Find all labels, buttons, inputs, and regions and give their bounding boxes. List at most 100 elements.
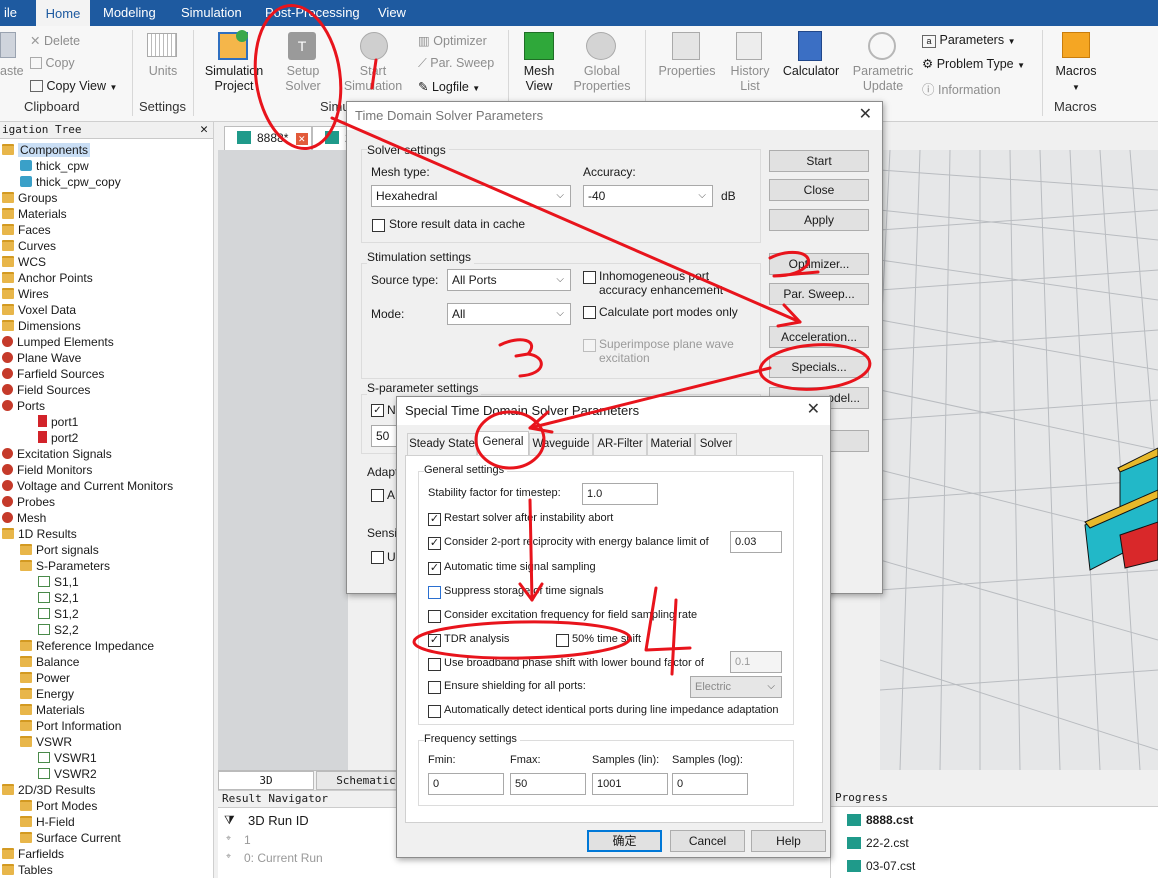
copy-button[interactable]: Copy xyxy=(30,56,75,70)
tree-item[interactable]: Balance xyxy=(20,654,79,670)
tree-item[interactable]: VSWR2 xyxy=(38,766,97,782)
reciprocity-checkbox[interactable]: ✓ xyxy=(428,537,441,550)
close-icon[interactable]: ✕ xyxy=(295,133,308,145)
tree-item[interactable]: Plane Wave xyxy=(2,350,81,366)
tree-item[interactable]: Power xyxy=(20,670,70,686)
tree-item[interactable]: Dimensions xyxy=(2,318,81,334)
tree-item[interactable]: thick_cpw xyxy=(20,158,89,174)
par-sweep-button[interactable]: Par. Sweep... xyxy=(769,283,869,305)
progress-file[interactable]: 03-07.cst xyxy=(847,857,915,875)
ok-button[interactable]: 确定 xyxy=(587,830,662,852)
tree-item[interactable]: Curves xyxy=(2,238,56,254)
run-row[interactable]: 1 xyxy=(244,833,251,847)
store-cache-checkbox[interactable] xyxy=(372,219,385,232)
tree-item[interactable]: Energy xyxy=(20,686,74,702)
filter-icon[interactable]: ⧩ xyxy=(224,813,235,828)
progress-file[interactable]: 8888.cst xyxy=(847,811,913,829)
tree-item[interactable]: Port Information xyxy=(20,718,121,734)
parametric-update-button[interactable]: Parametric Update xyxy=(848,64,918,94)
tree-item[interactable]: Voxel Data xyxy=(2,302,76,318)
tree-item[interactable]: Ports xyxy=(2,398,45,414)
tdr-analysis-checkbox[interactable]: ✓ xyxy=(428,634,441,647)
menu-file[interactable]: ile xyxy=(0,0,25,26)
inhomogeneous-port-checkbox[interactable] xyxy=(583,271,596,284)
simulation-project-button[interactable]: Simulation Project xyxy=(200,64,268,94)
mesh-type-select[interactable]: Hexahedral ⌵ xyxy=(371,185,571,207)
run-row[interactable]: 0: Current Run xyxy=(244,851,323,865)
tree-item[interactable]: S2,2 xyxy=(38,622,79,638)
menu-view[interactable]: View xyxy=(370,0,414,26)
tab-3d[interactable]: 3D xyxy=(218,771,314,790)
close-button[interactable]: Close xyxy=(769,179,869,201)
broadband-field[interactable]: 0.1 xyxy=(730,651,782,673)
setup-solver-button[interactable]: Setup Solver xyxy=(276,64,330,94)
mesh-view-button[interactable]: Mesh View xyxy=(514,64,564,94)
tree-item[interactable]: Mesh xyxy=(2,510,46,526)
tree-item[interactable]: Tables xyxy=(2,862,53,878)
cancel-button[interactable]: Cancel xyxy=(670,830,745,852)
tree-item[interactable]: Wires xyxy=(2,286,49,302)
reciprocity-field[interactable]: 0.03 xyxy=(730,531,782,553)
tree-item[interactable]: Farfields xyxy=(2,846,64,862)
par-sweep-button[interactable]: ⟋ Par. Sweep xyxy=(418,56,494,71)
fmin-field[interactable]: 0 xyxy=(428,773,504,795)
sensitivity-checkbox[interactable] xyxy=(371,551,384,564)
tree-item[interactable]: VSWR xyxy=(20,734,72,750)
mode-select[interactable]: All ⌵ xyxy=(447,303,571,325)
copy-view-button[interactable]: Copy View ▼ xyxy=(30,79,117,93)
tree-item[interactable]: H-Field xyxy=(20,814,75,830)
parameters-button[interactable]: a Parameters ▼ xyxy=(922,33,1016,48)
accuracy-select[interactable]: -40 ⌵ xyxy=(583,185,713,207)
tree-item[interactable]: S2,1 xyxy=(38,590,79,606)
tab-waveguide[interactable]: Waveguide xyxy=(529,433,593,455)
superimpose-checkbox[interactable] xyxy=(583,339,596,352)
tree-item[interactable]: WCS xyxy=(2,254,46,270)
tab-8888[interactable]: 8888* ✕ xyxy=(224,126,312,150)
shielding-checkbox[interactable] xyxy=(428,681,441,694)
tree-item[interactable]: Groups xyxy=(2,190,57,206)
tree-item[interactable]: Voltage and Current Monitors xyxy=(2,478,173,494)
tree-item[interactable]: Farfield Sources xyxy=(2,366,104,382)
tree-item[interactable]: Probes xyxy=(2,494,55,510)
tree-item[interactable]: Port signals xyxy=(20,542,99,558)
tree-item[interactable]: Anchor Points xyxy=(2,270,93,286)
optimizer-button[interactable]: Optimizer... xyxy=(769,253,869,275)
paste-button[interactable]: aste xyxy=(0,64,24,78)
model-canvas[interactable] xyxy=(218,150,348,770)
tree-item[interactable]: S1,2 xyxy=(38,606,79,622)
information-button[interactable]: ⓘ Information xyxy=(922,79,1001,98)
tab-general[interactable]: General xyxy=(477,431,529,456)
tree-item[interactable]: VSWR1 xyxy=(38,750,97,766)
macros-button[interactable]: Macros ▼ xyxy=(1050,64,1102,95)
tree-item[interactable]: S1,1 xyxy=(38,574,79,590)
auto-detect-ports-checkbox[interactable] xyxy=(428,705,441,718)
tree-item[interactable]: Materials xyxy=(20,702,85,718)
time-shift-checkbox[interactable] xyxy=(556,634,569,647)
close-icon[interactable]: ✕ xyxy=(807,399,820,419)
progress-file[interactable]: 22-2.cst xyxy=(847,834,909,852)
acceleration-button[interactable]: Acceleration... xyxy=(769,326,869,348)
suppress-storage-checkbox[interactable] xyxy=(428,586,441,599)
global-properties-button[interactable]: Global Properties xyxy=(566,64,638,94)
broadband-checkbox[interactable] xyxy=(428,658,441,671)
start-simulation-button[interactable]: Start Simulation xyxy=(338,64,408,94)
samples-log-field[interactable]: 0 xyxy=(672,773,748,795)
3d-viewport[interactable] xyxy=(880,150,1158,770)
tree-item[interactable]: 1D Results xyxy=(2,526,77,542)
history-list-button[interactable]: History List xyxy=(724,64,776,94)
tree-item[interactable]: Field Monitors xyxy=(2,462,92,478)
tree-item[interactable]: thick_cpw_copy xyxy=(20,174,121,190)
logfile-button[interactable]: ✎ Logfile ▼ xyxy=(418,79,480,94)
tree-item[interactable]: Excitation Signals xyxy=(2,446,112,462)
sparameter-checkbox[interactable]: ✓ xyxy=(371,404,384,417)
tree-item[interactable]: Field Sources xyxy=(2,382,90,398)
delete-button[interactable]: ✕ Delete xyxy=(30,33,80,48)
auto-sampling-checkbox[interactable]: ✓ xyxy=(428,562,441,575)
properties-button[interactable]: Properties xyxy=(652,64,722,79)
start-button[interactable]: Start xyxy=(769,150,869,172)
calculator-button[interactable]: Calculator xyxy=(778,64,844,79)
close-icon[interactable]: ✕ xyxy=(859,104,872,124)
close-icon[interactable]: ✕ xyxy=(200,122,208,138)
tree-item[interactable]: port2 xyxy=(38,430,78,446)
help-button[interactable]: Help xyxy=(751,830,826,852)
